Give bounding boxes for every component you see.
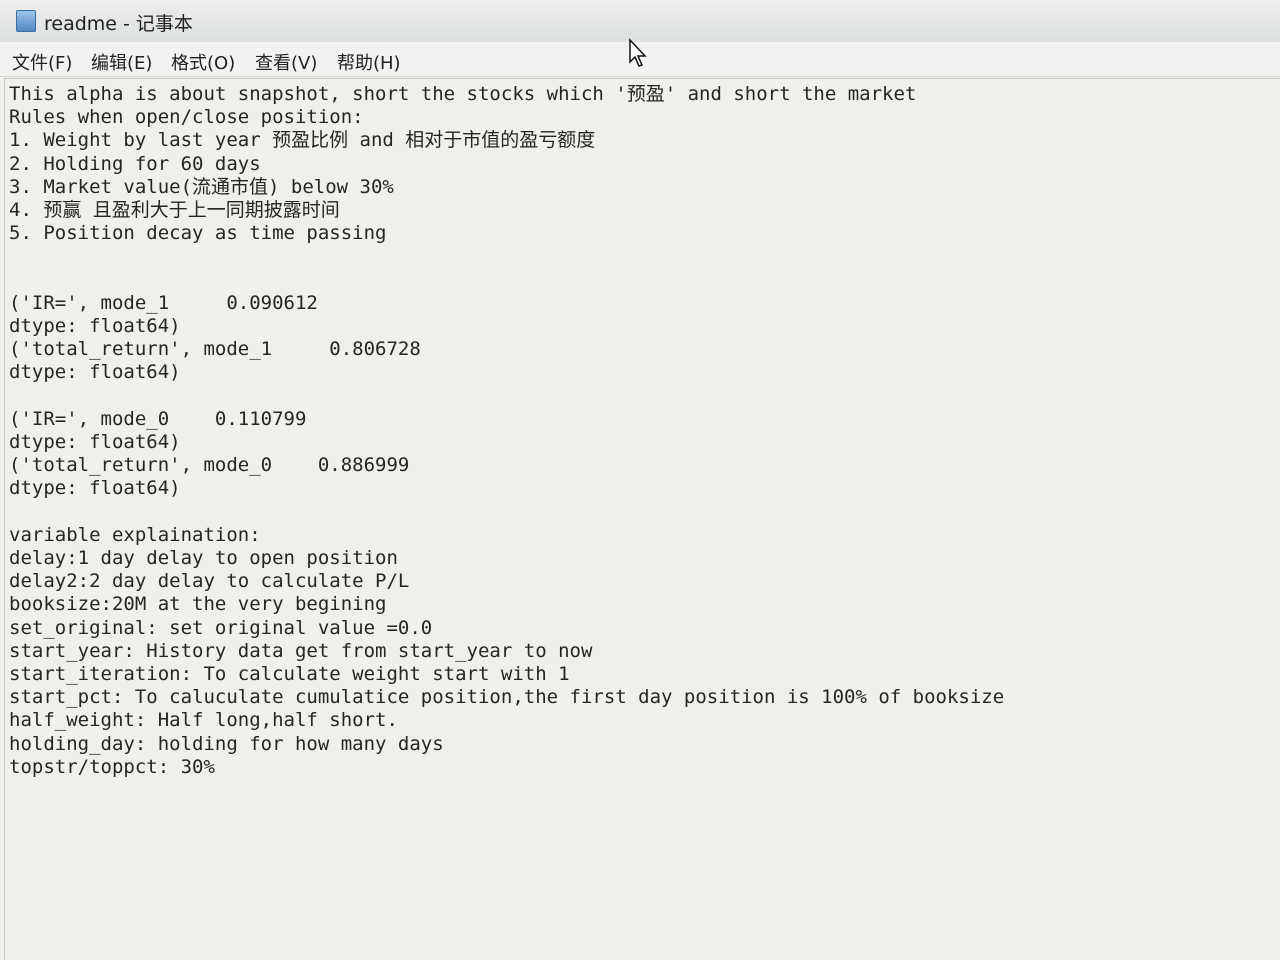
editor-line: variable explaination: xyxy=(9,523,261,546)
editor-line: start_pct: To caluculate cumulatice posi… xyxy=(9,686,1005,709)
editor-line: 4. 预赢 且盈利大于上一同期披露时间 xyxy=(9,199,340,222)
menu-file[interactable]: 文件(F) xyxy=(12,49,72,75)
title-bar[interactable]: readme - 记事本 xyxy=(0,0,1280,43)
editor-line: 3. Market value(流通市值) below 30% xyxy=(9,175,394,198)
editor-line: 2. Holding for 60 days xyxy=(9,152,261,175)
editor-line: This alpha is about snapshot, short the … xyxy=(9,83,917,105)
editor-line: 1. Weight by last year 预盈比例 and 相对于市值的盈亏… xyxy=(9,129,596,152)
editor-line: Rules when open/close position: xyxy=(9,106,364,129)
menu-help[interactable]: 帮助(H) xyxy=(337,49,401,75)
editor-line: dtype: float64) xyxy=(9,361,181,384)
window-title: readme - 记事本 xyxy=(44,13,193,35)
editor-line: start_year: History data get from start_… xyxy=(9,639,593,662)
menu-format[interactable]: 格式(O) xyxy=(171,49,235,75)
menu-view[interactable]: 查看(V) xyxy=(255,49,317,75)
notepad-window: readme - 记事本 文件(F) 编辑(E) 格式(O) 查看(V) 帮助(… xyxy=(0,0,1280,960)
editor-line: ('IR=', mode_1 0.090612 xyxy=(9,291,318,314)
editor-line: dtype: float64) xyxy=(9,431,181,454)
editor-line: set_original: set original value =0.0 xyxy=(9,616,433,639)
mouse-pointer-icon xyxy=(629,38,647,67)
editor-content: This alpha is about snapshot, short the … xyxy=(5,79,1280,779)
editor-line: holding_day: holding for how many days xyxy=(9,732,444,755)
editor-line: start_iteration: To calculate weight sta… xyxy=(9,663,570,686)
editor-line: topstr/toppct: 30% xyxy=(9,755,215,778)
editor-line: ('total_return', mode_0 0.886999 xyxy=(9,454,410,477)
menu-edit[interactable]: 编辑(E) xyxy=(91,49,152,75)
editor-line: dtype: float64) xyxy=(9,315,181,338)
editor-line: half_weight: Half long,half short. xyxy=(9,709,398,732)
editor-line: delay2:2 day delay to calculate P/L xyxy=(9,570,410,593)
notepad-app-icon xyxy=(16,10,36,32)
editor-line: 5. Position decay as time passing xyxy=(9,222,387,245)
editor-line: delay:1 day delay to open position xyxy=(9,547,398,570)
editor-line: ('IR=', mode_0 0.110799 xyxy=(9,407,307,430)
editor-line: booksize:20M at the very begining xyxy=(9,593,387,616)
text-editor-area[interactable]: This alpha is about snapshot, short the … xyxy=(4,78,1280,960)
editor-line: dtype: float64) xyxy=(9,477,181,500)
editor-line: ('total_return', mode_1 0.806728 xyxy=(9,338,421,361)
